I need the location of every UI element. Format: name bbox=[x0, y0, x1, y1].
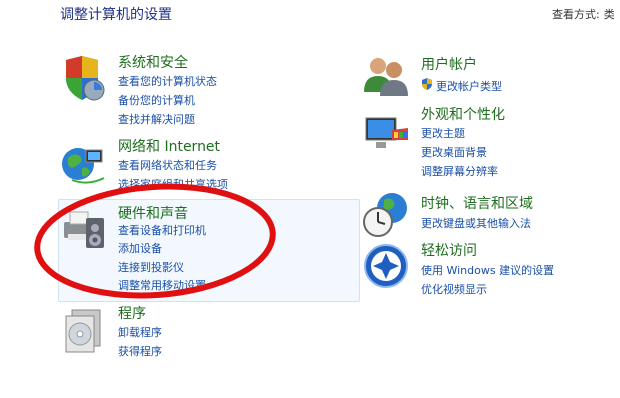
link-homegroup-sharing[interactable]: 选择家庭组和共享选项 bbox=[118, 176, 228, 192]
view-by-value[interactable]: 类 bbox=[604, 8, 615, 21]
link-change-input-method[interactable]: 更改键盘或其他输入法 bbox=[421, 215, 531, 231]
monitor-paint-icon bbox=[365, 117, 408, 148]
link-backup-computer[interactable]: 备份您的计算机 bbox=[118, 92, 195, 108]
link-windows-recommended-settings[interactable]: 使用 Windows 建议的设置 bbox=[421, 262, 554, 278]
category-title-user[interactable]: 用户帐户 bbox=[421, 54, 477, 74]
link-view-network-status[interactable]: 查看网络状态和任务 bbox=[118, 157, 217, 173]
link-devices-printers[interactable]: 查看设备和打印机 bbox=[118, 222, 206, 238]
link-get-programs[interactable]: 获得程序 bbox=[118, 343, 162, 359]
link-change-desktop-background[interactable]: 更改桌面背景 bbox=[421, 144, 487, 160]
category-title-hardware[interactable]: 硬件和声音 bbox=[118, 203, 188, 223]
network-globe-icon bbox=[62, 148, 105, 184]
view-by[interactable]: 查看方式: 类 bbox=[552, 6, 615, 22]
category-title-clock[interactable]: 时钟、语言和区域 bbox=[421, 193, 533, 213]
category-title-network[interactable]: 网络和 Internet bbox=[118, 136, 220, 156]
category-title-appearance[interactable]: 外观和个性化 bbox=[421, 104, 505, 124]
link-connect-projector[interactable]: 连接到投影仪 bbox=[118, 259, 184, 275]
category-title-system[interactable]: 系统和安全 bbox=[118, 52, 188, 72]
printer-speaker-icon bbox=[64, 211, 104, 248]
link-change-theme[interactable]: 更改主题 bbox=[421, 125, 465, 141]
link-change-account-type[interactable]: 更改帐户类型 bbox=[436, 78, 502, 94]
page-title: 调整计算机的设置 bbox=[60, 7, 172, 23]
link-mobility-settings[interactable]: 调整常用移动设置 bbox=[118, 277, 206, 293]
link-view-computer-status[interactable]: 查看您的计算机状态 bbox=[118, 73, 217, 89]
link-optimize-video-display[interactable]: 优化视频显示 bbox=[421, 281, 487, 297]
link-find-fix-problems[interactable]: 查找并解决问题 bbox=[118, 111, 195, 127]
view-by-label: 查看方式: bbox=[552, 8, 600, 21]
link-uninstall-program[interactable]: 卸载程序 bbox=[118, 324, 162, 340]
ease-of-access-icon bbox=[364, 244, 408, 288]
users-icon bbox=[364, 58, 408, 96]
programs-disc-icon bbox=[65, 309, 101, 353]
uac-shield-icon bbox=[422, 78, 432, 90]
category-title-programs[interactable]: 程序 bbox=[118, 303, 146, 323]
link-add-device[interactable]: 添加设备 bbox=[118, 240, 162, 256]
shield-icon bbox=[66, 56, 105, 101]
link-adjust-resolution[interactable]: 调整屏幕分辨率 bbox=[421, 163, 498, 179]
category-title-ease[interactable]: 轻松访问 bbox=[421, 240, 477, 260]
clock-globe-icon bbox=[363, 193, 407, 237]
